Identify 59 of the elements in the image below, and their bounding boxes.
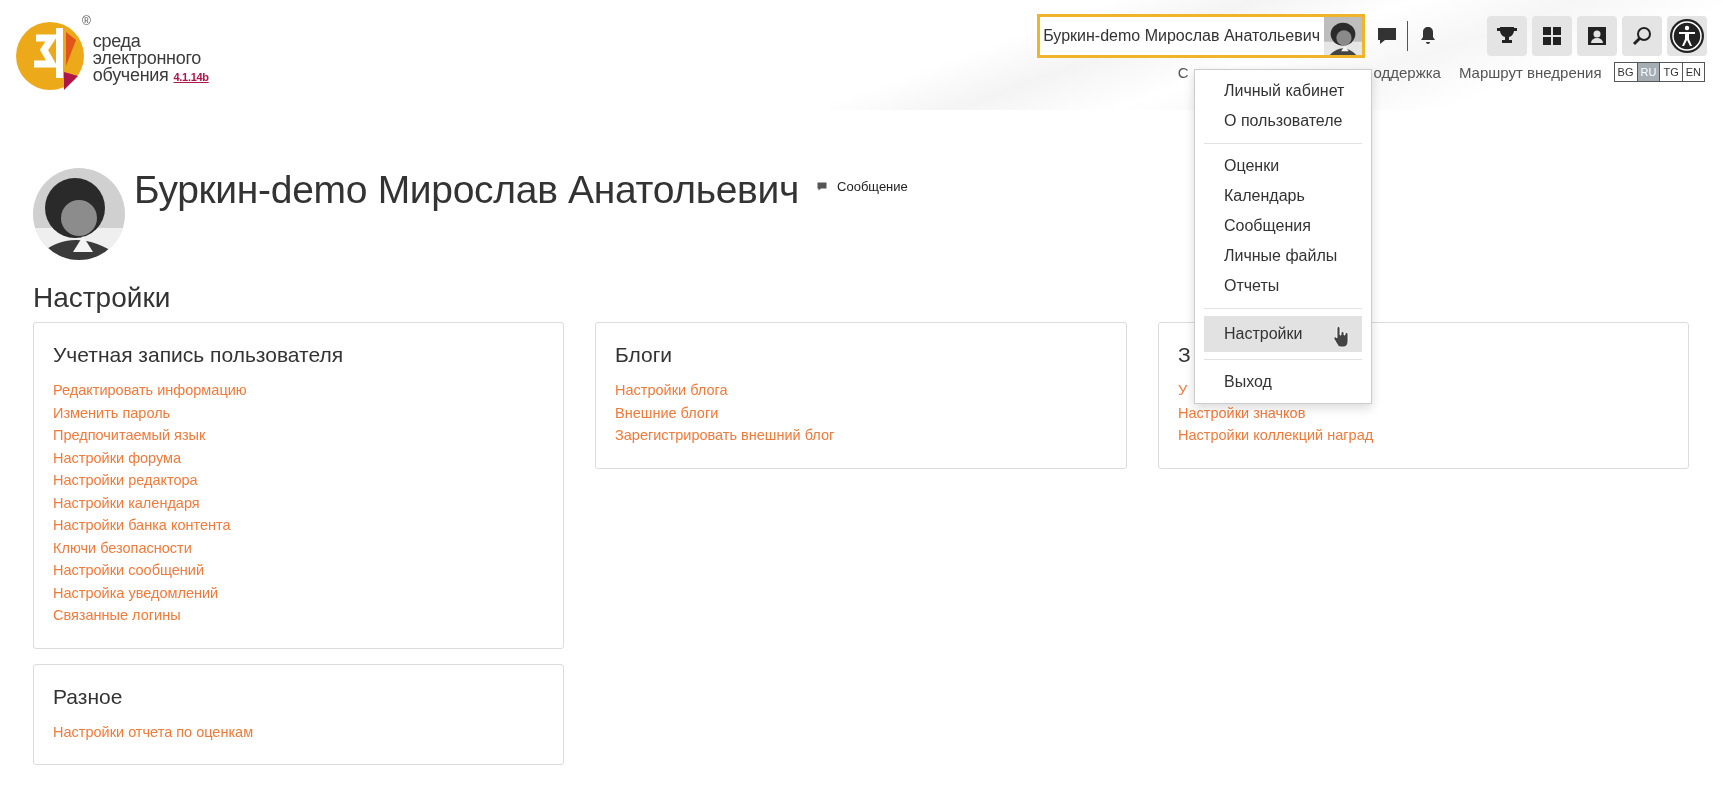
grid-icon [1540, 24, 1564, 48]
profile-name: Буркин-demo Мирослав Анатольевич [134, 168, 800, 212]
search-icon [1630, 24, 1654, 48]
settings-link[interactable]: Внешние блоги [615, 401, 719, 424]
settings-link[interactable]: Связанные логины [53, 604, 181, 627]
settings-link[interactable]: Редактировать информацию [53, 379, 247, 402]
card-title: Учетная запись пользователя [53, 343, 344, 367]
settings-link[interactable]: Настройки значков [1178, 401, 1306, 424]
settings-link[interactable]: Настройки блога [615, 379, 728, 402]
settings-link[interactable]: У [1178, 379, 1188, 402]
person-card-button[interactable] [1577, 16, 1617, 56]
message-link[interactable]: Сообщение [817, 179, 908, 194]
language-button[interactable]: EN [1681, 63, 1704, 81]
settings-link[interactable]: Ключи безопасности [53, 536, 192, 559]
page-heading: Настройки [33, 282, 171, 314]
nav-link[interactable]: Маршрут внедрения [1458, 63, 1602, 81]
accessibility-button[interactable] [1667, 16, 1707, 56]
menu-item[interactable]: Личный кабинет [1204, 76, 1362, 106]
settings-link[interactable]: Настройки форума [53, 446, 182, 469]
card-title: Блоги [615, 343, 673, 367]
settings-link[interactable]: Настройки сообщений [53, 559, 204, 582]
menu-item[interactable]: О пользователе [1204, 106, 1362, 136]
version-label: 4.1.14b [173, 70, 209, 85]
nav-link[interactable]: С [1177, 63, 1189, 81]
settings-link[interactable]: Настройка уведомлений [53, 581, 219, 604]
menu-item[interactable]: Отчеты [1204, 271, 1362, 301]
menu-item[interactable]: Оценки [1204, 151, 1362, 181]
language-button[interactable]: RU [1636, 63, 1660, 81]
settings-link[interactable]: Настройки банка контента [53, 514, 231, 537]
settings-link[interactable]: Настройки коллекций наград [1178, 424, 1374, 447]
settings-link[interactable]: Изменить пароль [53, 401, 171, 424]
menu-item[interactable]: Сообщения [1204, 211, 1362, 241]
accessibility-icon [1669, 18, 1705, 54]
settings-link[interactable]: Настройки редактора [53, 469, 198, 492]
logo-text: обучения [92, 67, 169, 84]
user-menu-button[interactable]: Буркин-demo Мирослав Анатольевич [1037, 14, 1365, 58]
trophy-button[interactable] [1487, 16, 1527, 56]
chat-icon [817, 182, 828, 191]
search-button[interactable] [1622, 16, 1662, 56]
logo-text: среда [92, 33, 142, 50]
registered-mark: ® [82, 14, 91, 28]
card-title: З [1178, 343, 1191, 367]
bell-icon[interactable] [1420, 26, 1436, 46]
person-card-icon [1585, 24, 1609, 48]
settings-link[interactable]: Предпочитаемый язык [53, 424, 206, 447]
menu-item[interactable]: Личные файлы [1204, 241, 1362, 271]
menu-item[interactable]: Выход [1204, 367, 1362, 397]
card-title: Разное [53, 684, 123, 709]
menu-item[interactable]: Календарь [1204, 181, 1362, 211]
logo-text: электронного [92, 50, 202, 67]
chat-icon[interactable] [1377, 27, 1397, 45]
nav-link[interactable]: оддержка [1373, 63, 1441, 81]
menu-item[interactable]: Настройки [1204, 316, 1362, 352]
grid-button[interactable] [1532, 16, 1572, 56]
settings-link[interactable]: Зарегистрировать внешний блог [615, 424, 835, 447]
hand-cursor-icon [1332, 326, 1350, 348]
settings-link[interactable]: Настройки отчета по оценкам [53, 720, 254, 743]
message-label[interactable]: Сообщение [837, 179, 908, 194]
settings-link[interactable]: Настройки календаря [53, 491, 200, 514]
